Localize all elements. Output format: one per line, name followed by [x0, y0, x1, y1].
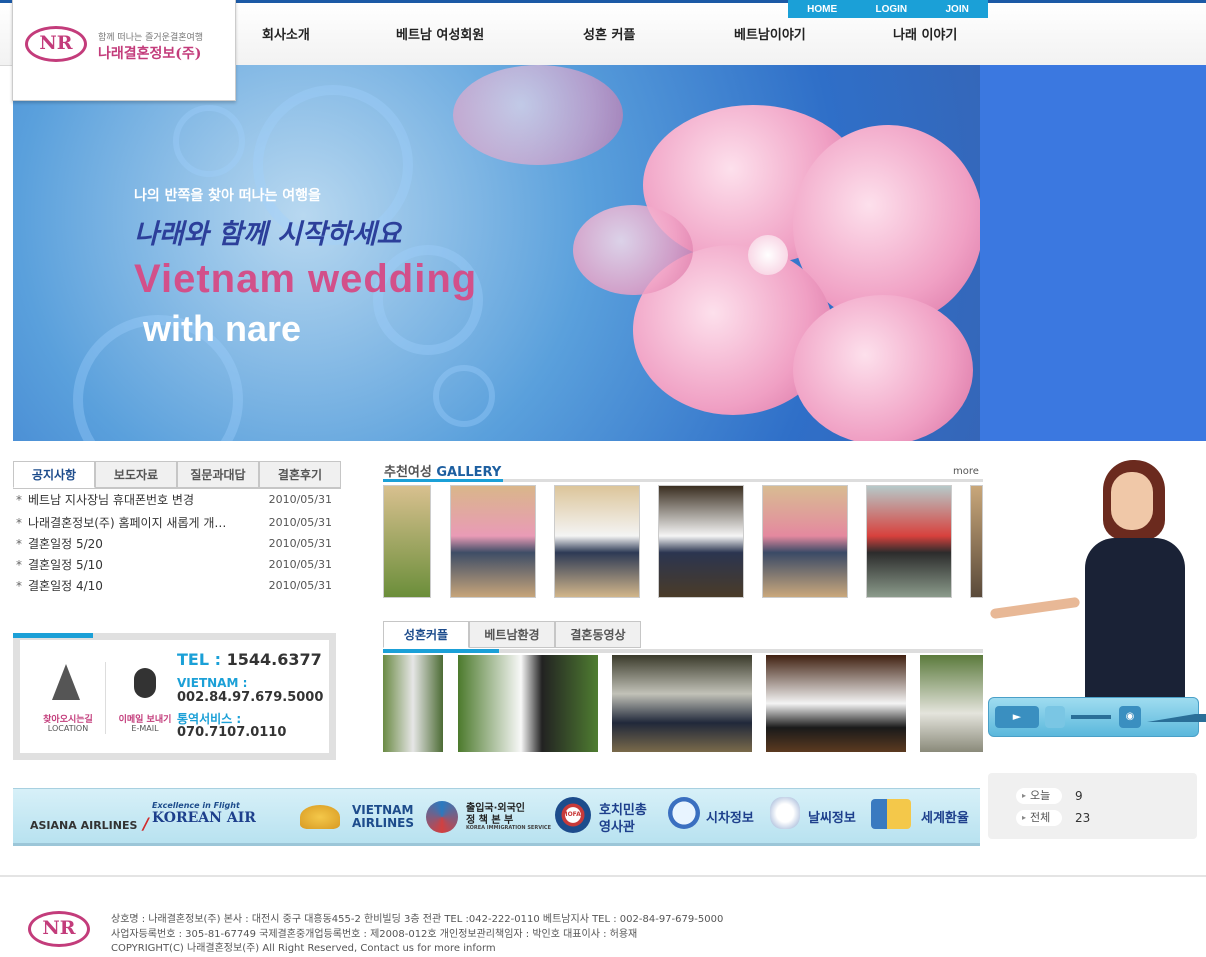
visitor-counter: ▸ 오늘 9 ▸ 전체 23 — [988, 773, 1197, 839]
mouse-icon — [134, 668, 156, 698]
footer-logo: NR — [28, 911, 90, 947]
logo-company-name: 나래결혼정보(주) — [98, 46, 202, 62]
money-icon — [871, 799, 911, 829]
korean-air-link[interactable]: Excellence in Flight KOREAN AIR — [152, 801, 256, 826]
clock-icon — [668, 797, 700, 829]
banner-line4: with nare — [143, 308, 302, 349]
gallery-title: 추천여성 GALLERY — [384, 465, 502, 480]
gallery-thumb[interactable] — [762, 485, 848, 598]
gallery-thumb[interactable] — [383, 485, 431, 598]
gallery-thumb[interactable] — [450, 485, 536, 598]
nr-logo-mark: NR — [25, 26, 87, 62]
tab-notice[interactable]: 공지사항 — [13, 461, 95, 488]
play-button[interactable]: ► — [995, 706, 1039, 728]
lotus-icon — [300, 805, 340, 829]
stop-button[interactable] — [1045, 706, 1065, 728]
building-icon — [52, 664, 80, 700]
vietnam-label: VIETNAM : — [177, 676, 248, 690]
footer: NR 상호명 : 나래결혼정보(주) 본사 : 대전시 중구 대흥동455-2 … — [0, 875, 1206, 957]
vietnam-tel: 002.84.97.679.5000 — [177, 690, 324, 705]
tab-press[interactable]: 보도자료 — [95, 461, 177, 488]
chat-icon[interactable]: ◉ — [1119, 706, 1141, 728]
footer-line1: 상호명 : 나래결혼정보(주) 본사 : 대전시 중구 대흥동455-2 한비빌… — [111, 914, 724, 925]
tab-underline — [13, 488, 341, 489]
logo-tagline: 함께 떠나는 즐거운결혼여행 — [98, 33, 204, 43]
tab-qna[interactable]: 질문과대답 — [177, 461, 259, 488]
banner-line2: 나래와 함께 시작하세요 — [134, 219, 402, 250]
nav-vietnam-story[interactable]: 베트남이야기 — [734, 24, 806, 43]
nav-couples[interactable]: 성혼 커플 — [583, 24, 635, 43]
gallery-thumb[interactable] — [554, 485, 640, 598]
footer-copyright: COPYRIGHT(C) 나래결혼정보(주) All Right Reserve… — [111, 943, 496, 954]
couple-photo[interactable] — [612, 655, 752, 752]
nav-vietnam-members[interactable]: 베트남 여성회원 — [396, 24, 484, 43]
utility-nav: HOME LOGIN JOIN — [788, 0, 988, 18]
tel-line: TEL : 1544.6377 — [177, 650, 322, 669]
gallery-thumb[interactable] — [866, 485, 952, 598]
volume-level-icon — [1147, 714, 1206, 722]
banner-line1: 나의 반쪽을 찾아 떠나는 여행을 — [134, 188, 321, 204]
total-count: 23 — [1075, 811, 1091, 825]
banner-side-fill — [980, 65, 1206, 441]
list-item[interactable]: * 베트남 지사장님 휴대폰번호 변경 2010/05/31 — [16, 490, 336, 510]
couple-photo[interactable] — [383, 655, 443, 752]
total-label: ▸ 전체 — [1016, 810, 1062, 826]
list-item[interactable]: * 결혼일정 4/10 2010/05/31 — [16, 576, 336, 596]
gallery-thumb[interactable] — [970, 485, 983, 598]
media-player: ► ◉ — [988, 697, 1206, 737]
tab-vietnam-env[interactable]: 베트남환경 — [469, 621, 555, 648]
tab-couples[interactable]: 성혼커플 — [383, 621, 469, 648]
today-count: 9 — [1075, 789, 1083, 803]
gallery-more-link[interactable]: more — [953, 466, 979, 477]
couple-photo[interactable] — [766, 655, 906, 752]
list-item[interactable]: * 결혼일정 5/20 2010/05/31 — [16, 534, 336, 554]
model-arm — [989, 596, 1081, 620]
nav-nare-story[interactable]: 나래 이야기 — [893, 24, 957, 43]
flower-center — [748, 235, 788, 275]
join-link[interactable]: JOIN — [945, 4, 968, 15]
list-item[interactable]: * 나래결혼정보(주) 홈페이지 새롭게 개… 2010/05/31 — [16, 513, 336, 533]
location-link[interactable]: 찾아오시는길 LOCATION — [30, 662, 106, 733]
interpret-tel: 070.7107.0110 — [177, 725, 287, 740]
gallery-thumb[interactable] — [658, 485, 744, 598]
home-link[interactable]: HOME — [807, 4, 837, 15]
couple-photo[interactable] — [920, 655, 983, 752]
couple-photo[interactable] — [458, 655, 598, 752]
footer-line2: 사업자등록번호 : 305-81-67749 국제결혼중개업등록번호 : 제20… — [111, 929, 638, 940]
tab-reviews[interactable]: 결혼후기 — [259, 461, 341, 488]
login-link[interactable]: LOGIN — [875, 4, 907, 15]
model-figure — [1075, 460, 1195, 700]
immigration-icon — [426, 801, 458, 833]
email-link[interactable]: 이메일 보내기 E-MAIL — [110, 662, 180, 733]
list-item[interactable]: * 결혼일정 5/10 2010/05/31 — [16, 555, 336, 575]
logo[interactable]: NR 함께 떠나는 즐거운결혼여행 나래결혼정보(주) — [12, 0, 236, 101]
weather-icon — [770, 797, 800, 829]
asiana-airlines-link[interactable]: ASIANA AIRLINES / — [30, 814, 149, 833]
volume-slider[interactable] — [1071, 715, 1111, 719]
nav-company[interactable]: 회사소개 — [262, 24, 310, 43]
partner-bar: ASIANA AIRLINES / Excellence in Flight K… — [13, 788, 980, 846]
banner-line3: Vietnam wedding — [134, 257, 478, 301]
consulate-seal-icon: MOFAT — [555, 797, 591, 833]
today-label: ▸ 오늘 — [1016, 788, 1062, 804]
tab-wedding-video[interactable]: 결혼동영상 — [555, 621, 641, 648]
contact-box: 찾아오시는길 LOCATION 이메일 보내기 E-MAIL TEL : 154… — [13, 633, 336, 760]
hero-banner: 나의 반쪽을 찾아 떠나는 여행을 나래와 함께 시작하세요 Vietnam w… — [13, 65, 980, 441]
